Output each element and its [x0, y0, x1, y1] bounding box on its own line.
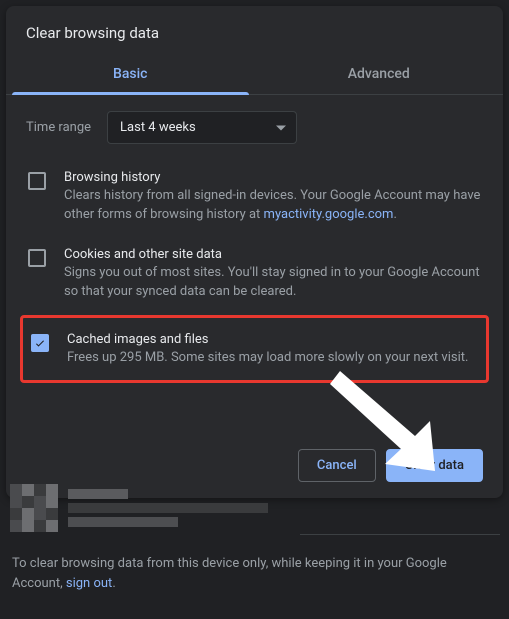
sign-out-link[interactable]: sign out	[66, 576, 112, 591]
clear-browsing-data-dialog: Clear browsing data Basic Advanced Time …	[6, 6, 503, 498]
option-desc: Frees up 295 MB. Some sites may load mor…	[67, 349, 478, 368]
time-range-label: Time range	[26, 120, 91, 135]
time-range-value: Last 4 weeks	[120, 120, 196, 135]
option-cookies: Cookies and other site data Signs you ou…	[26, 239, 483, 316]
tab-basic[interactable]: Basic	[6, 54, 255, 94]
cancel-button[interactable]: Cancel	[298, 449, 376, 482]
time-range-row: Time range Last 4 weeks	[26, 111, 483, 144]
footer-text: To clear browsing data from this device …	[12, 554, 497, 593]
option-title: Cached images and files	[67, 332, 478, 347]
option-title: Browsing history	[64, 170, 481, 185]
clear-data-button[interactable]: Clear data	[386, 449, 483, 482]
myactivity-link[interactable]: myactivity.google.com	[264, 207, 394, 222]
chevron-down-icon	[276, 125, 286, 130]
dialog-title: Clear browsing data	[6, 6, 503, 54]
redacted-content	[10, 484, 268, 532]
tab-bar: Basic Advanced	[6, 54, 503, 95]
checkbox-browsing-history[interactable]	[28, 172, 46, 190]
checkbox-cookies[interactable]	[28, 249, 46, 267]
tab-advanced[interactable]: Advanced	[255, 54, 504, 94]
time-range-select[interactable]: Last 4 weeks	[107, 111, 297, 144]
option-cached: Cached images and files Frees up 295 MB.…	[29, 324, 480, 374]
option-desc: Signs you out of most sites. You'll stay…	[64, 264, 481, 302]
annotation-highlight: Cached images and files Frees up 295 MB.…	[20, 315, 489, 383]
checkbox-cached[interactable]	[31, 334, 49, 352]
option-desc: Clears history from all signed-in device…	[64, 187, 481, 225]
divider	[300, 534, 500, 535]
option-title: Cookies and other site data	[64, 247, 481, 262]
dialog-actions: Cancel Clear data	[6, 389, 503, 498]
option-browsing-history: Browsing history Clears history from all…	[26, 162, 483, 239]
